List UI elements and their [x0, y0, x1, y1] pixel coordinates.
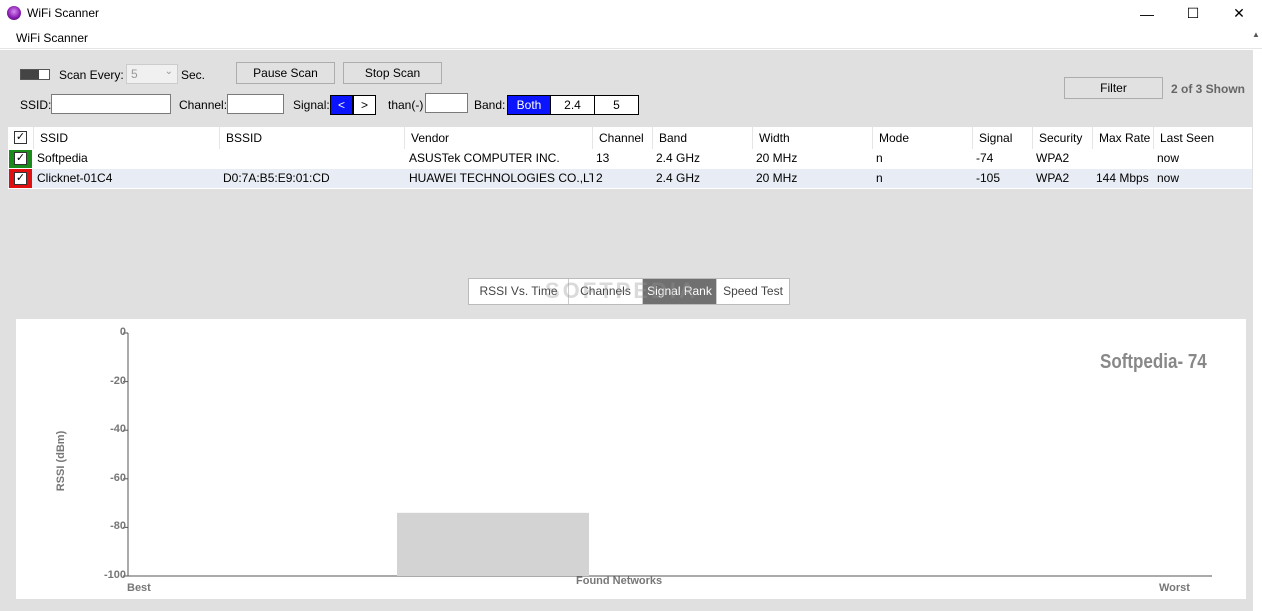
app-icon — [7, 6, 21, 20]
x-end-label: Worst — [1159, 582, 1190, 594]
chart-tabs: RSSI Vs. Time Channels Signal Rank Speed… — [468, 278, 790, 305]
y-tick-label: -40 — [110, 423, 126, 436]
signal-bar-softpedia — [397, 512, 589, 576]
row-checkbox[interactable]: ✓ — [14, 152, 27, 165]
cell-signal: -105 — [976, 171, 1001, 185]
select-all-header[interactable]: ✓ — [8, 127, 34, 149]
band-5-button[interactable]: 5 — [595, 95, 639, 115]
column-header-security[interactable]: Security — [1033, 127, 1093, 149]
cell-max-rate: 144 Mbps — [1096, 171, 1149, 185]
signal-threshold-input[interactable] — [425, 93, 468, 113]
band-both-button[interactable]: Both — [507, 95, 551, 115]
tab-signal-rank[interactable]: Signal Rank — [643, 279, 717, 304]
tab-speed-test[interactable]: Speed Test — [717, 279, 789, 304]
cell-signal: -74 — [976, 151, 994, 165]
chevron-down-icon: ⌄ — [164, 66, 173, 77]
cell-security: WPA2 — [1036, 151, 1070, 165]
ssid-label: SSID: — [20, 98, 52, 112]
cell-band: 2.4 GHz — [656, 171, 701, 185]
column-header-channel[interactable]: Channel — [593, 127, 653, 149]
y-axis-label: RSSI (dBm) — [55, 430, 67, 492]
cell-bssid: D0:7A:B5:E9:01:CD — [223, 171, 330, 185]
pause-scan-button[interactable]: Pause Scan — [236, 62, 335, 84]
cell-vendor: ASUSTek COMPUTER INC. — [409, 151, 560, 165]
shown-count: 2 of 3 Shown — [1171, 82, 1246, 96]
column-header-ssid[interactable]: SSID — [34, 127, 220, 149]
toggle-knob — [21, 70, 39, 79]
y-tick-label: -60 — [110, 471, 126, 484]
networks-table: ✓ SSID BSSID Vendor Channel Band Width M… — [8, 127, 1252, 189]
band-label: Band: — [474, 98, 506, 112]
cell-ssid: Clicknet-01C4 — [37, 171, 113, 185]
y-tick-label: -20 — [110, 374, 126, 387]
filter-button[interactable]: Filter — [1064, 77, 1163, 99]
cell-width: 20 MHz — [756, 171, 798, 185]
cell-last-seen: now — [1157, 171, 1180, 185]
column-header-band[interactable]: Band — [653, 127, 753, 149]
window-title: WiFi Scanner — [27, 6, 100, 20]
row-checkbox[interactable]: ✓ — [14, 172, 27, 185]
stop-scan-button[interactable]: Stop Scan — [343, 62, 442, 84]
y-tick-label: 0 — [119, 326, 126, 338]
cell-security: WPA2 — [1036, 171, 1070, 185]
column-header-signal[interactable]: Signal — [973, 127, 1033, 149]
scan-toggle[interactable] — [20, 69, 50, 80]
tab-channels[interactable]: Channels — [569, 279, 643, 304]
scroll-up-arrow-icon[interactable]: ▲ — [1252, 30, 1262, 44]
chart-svg — [123, 332, 1212, 577]
scan-every-label: Scan Every: — [59, 68, 124, 82]
cell-last-seen: now — [1157, 151, 1180, 165]
title-bar: WiFi Scanner — ☐ ✕ — [0, 0, 1262, 27]
column-header-vendor[interactable]: Vendor — [405, 127, 593, 149]
column-header-last-seen[interactable]: Last Seen — [1154, 127, 1252, 149]
x-start-label: Best — [127, 582, 151, 594]
cell-channel: 13 — [596, 151, 610, 165]
y-tick-label: -80 — [110, 520, 126, 533]
column-header-max-rate[interactable]: Max Rate — [1093, 127, 1154, 149]
tab-rssi-vs-time[interactable]: RSSI Vs. Time — [469, 279, 569, 304]
menu-bar: WiFi Scanner — [0, 27, 1262, 49]
signal-rank-chart: RSSI (dBm) Found Networks Best Worst Sof… — [16, 319, 1246, 599]
sec-label: Sec. — [181, 68, 206, 82]
column-header-width[interactable]: Width — [753, 127, 873, 149]
cell-vendor: HUAWEI TECHNOLOGIES CO.,LTD — [409, 171, 593, 185]
signal-less-than-button[interactable]: < — [330, 95, 353, 115]
band-2-4-button[interactable]: 2.4 — [551, 95, 595, 115]
chart-annotation: Softpedia- 74 — [1100, 351, 1207, 373]
y-tick-label: -100 — [103, 569, 126, 581]
maximize-icon[interactable]: ☐ — [1170, 0, 1216, 27]
column-header-mode[interactable]: Mode — [873, 127, 973, 149]
menu-item-wifi-scanner[interactable]: WiFi Scanner — [16, 31, 88, 45]
cell-mode: n — [876, 171, 883, 185]
channel-label: Channel: — [179, 98, 228, 112]
signal-greater-than-button[interactable]: > — [353, 95, 376, 115]
cell-width: 20 MHz — [756, 151, 798, 165]
cell-bssid — [220, 149, 405, 168]
scan-interval-value: 5 — [131, 67, 138, 81]
minimize-icon[interactable]: — — [1124, 0, 1170, 27]
signal-label: Signal: — [293, 98, 330, 112]
ssid-filter-input[interactable] — [51, 94, 171, 114]
column-header-bssid[interactable]: BSSID — [220, 127, 405, 149]
channel-filter-input[interactable] — [227, 94, 284, 114]
than-label: than(-) — [388, 98, 424, 112]
cell-band: 2.4 GHz — [656, 151, 701, 165]
cell-mode: n — [876, 151, 883, 165]
cell-max-rate — [1093, 149, 1154, 168]
cell-ssid: Softpedia — [37, 151, 88, 165]
cell-channel: 2 — [596, 171, 603, 185]
select-all-checkbox[interactable]: ✓ — [14, 131, 27, 144]
x-axis-label: Found Networks — [576, 575, 663, 587]
close-icon[interactable]: ✕ — [1216, 0, 1262, 27]
scan-interval-select[interactable]: 5 ⌄ — [126, 64, 178, 84]
